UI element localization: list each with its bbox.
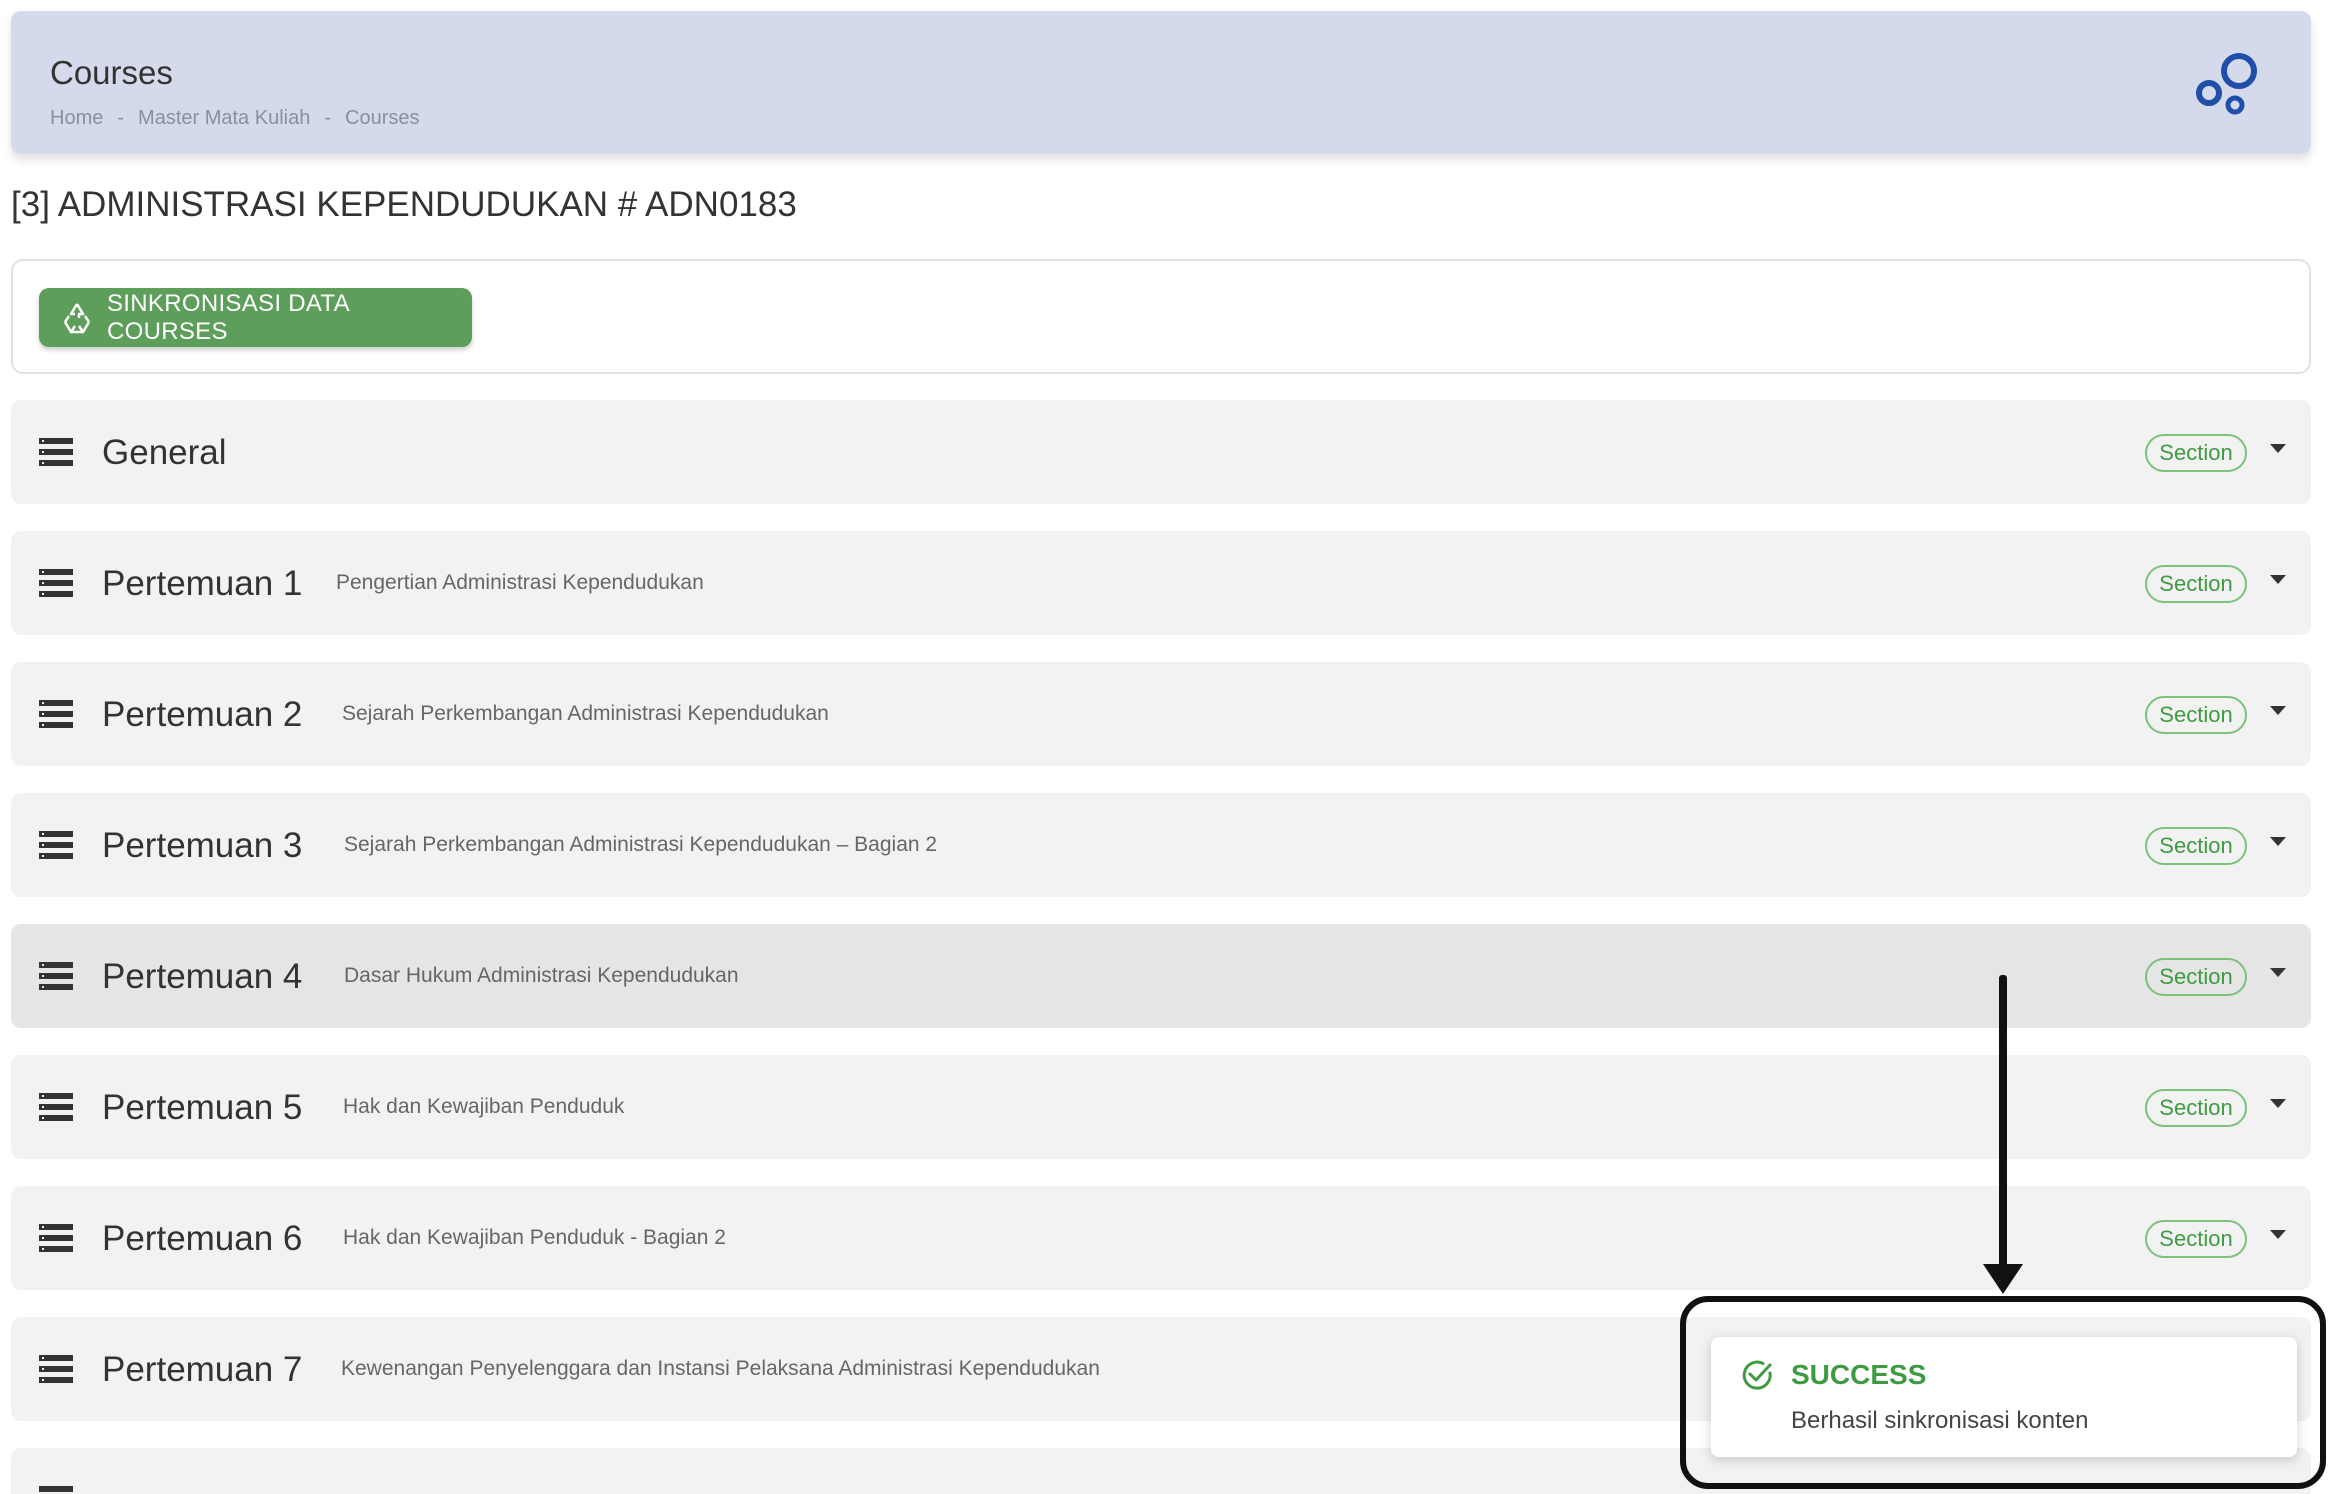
section-badge: Section — [2145, 1220, 2247, 1258]
section-title: Pertemuan 7 — [102, 1350, 303, 1389]
section-description: Kewenangan Penyelenggara dan Instansi Pe… — [341, 1357, 1100, 1380]
section-badge: Section — [2145, 565, 2247, 603]
caret-down-icon[interactable] — [2270, 1099, 2286, 1108]
list-icon — [39, 962, 73, 990]
section-row-pertemuan-4[interactable]: Pertemuan 4 Dasar Hukum Administrasi Kep… — [11, 924, 2311, 1028]
section-row-general[interactable]: General Section — [11, 400, 2311, 504]
caret-down-icon[interactable] — [2270, 444, 2286, 453]
list-icon — [39, 1093, 73, 1121]
bubbles-logo-icon — [2196, 53, 2257, 115]
section-badge: Section — [2145, 958, 2247, 996]
section-row-pertemuan-3[interactable]: Pertemuan 3 Sejarah Perkembangan Adminis… — [11, 793, 2311, 897]
course-title: [3] ADMINISTRASI KEPENDUDUKAN # ADN0183 — [11, 185, 797, 224]
section-description: Hak dan Kewajiban Penduduk - Bagian 2 — [343, 1226, 726, 1249]
section-title: Pertemuan 1 — [102, 564, 303, 603]
breadcrumb-home[interactable]: Home — [50, 107, 103, 130]
section-title: Pertemuan 6 — [102, 1219, 303, 1258]
sync-courses-label: SINKRONISASI DATA COURSES — [107, 289, 349, 345]
section-title: Pertemuan 3 — [102, 826, 303, 865]
annotation-arrow-line — [1999, 975, 2007, 1267]
caret-down-icon[interactable] — [2270, 1230, 2286, 1239]
page-title: Courses — [50, 54, 173, 91]
list-icon — [39, 1224, 73, 1252]
breadcrumb-master-mata-kuliah[interactable]: Master Mata Kuliah — [138, 107, 310, 130]
check-circle-icon — [1742, 1360, 1772, 1390]
section-description: Sejarah Perkembangan Administrasi Kepend… — [342, 702, 829, 725]
section-row-pertemuan-2[interactable]: Pertemuan 2 Sejarah Perkembangan Adminis… — [11, 662, 2311, 766]
section-description: Pengertian Administrasi Kependudukan — [336, 571, 704, 594]
list-icon — [39, 831, 73, 859]
course-toolbar: SINKRONISASI DATA COURSES — [11, 259, 2311, 374]
caret-down-icon[interactable] — [2270, 575, 2286, 584]
section-badge: Section — [2145, 696, 2247, 734]
section-description: Hak dan Kewajiban Penduduk — [343, 1095, 625, 1118]
success-toast[interactable]: SUCCESS Berhasil sinkronisasi konten — [1711, 1337, 2297, 1457]
list-icon — [39, 1355, 73, 1383]
toast-message: Berhasil sinkronisasi konten — [1791, 1407, 2089, 1434]
section-row-pertemuan-1[interactable]: Pertemuan 1 Pengertian Administrasi Kepe… — [11, 531, 2311, 635]
toast-title: SUCCESS — [1791, 1359, 1927, 1390]
section-badge: Section — [2145, 1089, 2247, 1127]
list-icon — [39, 1486, 73, 1492]
breadcrumb-courses: Courses — [345, 107, 420, 129]
list-icon — [39, 700, 73, 728]
caret-down-icon[interactable] — [2270, 706, 2286, 715]
breadcrumb-separator: - — [324, 107, 331, 129]
annotation-arrow-head-icon — [1983, 1264, 2023, 1294]
section-description: Dasar Hukum Administrasi Kependudukan — [344, 964, 739, 987]
section-title: General — [102, 433, 227, 472]
section-title: Pertemuan 5 — [102, 1088, 303, 1127]
breadcrumb-separator: - — [117, 107, 125, 129]
page-header: Courses Home - Master Mata Kuliah - Cour… — [11, 11, 2311, 154]
section-badge: Section — [2145, 827, 2247, 865]
recycle-sync-icon — [63, 302, 91, 333]
list-icon — [39, 438, 73, 466]
section-row-pertemuan-6[interactable]: Pertemuan 6 Hak dan Kewajiban Penduduk -… — [11, 1186, 2311, 1290]
caret-down-icon[interactable] — [2270, 968, 2286, 977]
breadcrumb: Home - Master Mata Kuliah - Courses — [50, 107, 419, 130]
list-icon — [39, 569, 73, 597]
section-badge: Section — [2145, 434, 2247, 472]
section-title: Pertemuan 2 — [102, 695, 303, 734]
caret-down-icon[interactable] — [2270, 837, 2286, 846]
section-row-pertemuan-5[interactable]: Pertemuan 5 Hak dan Kewajiban Penduduk S… — [11, 1055, 2311, 1159]
section-title: Pertemuan 4 — [102, 957, 303, 996]
section-description: Sejarah Perkembangan Administrasi Kepend… — [344, 833, 938, 856]
sync-courses-button[interactable]: SINKRONISASI DATA COURSES — [39, 288, 472, 347]
